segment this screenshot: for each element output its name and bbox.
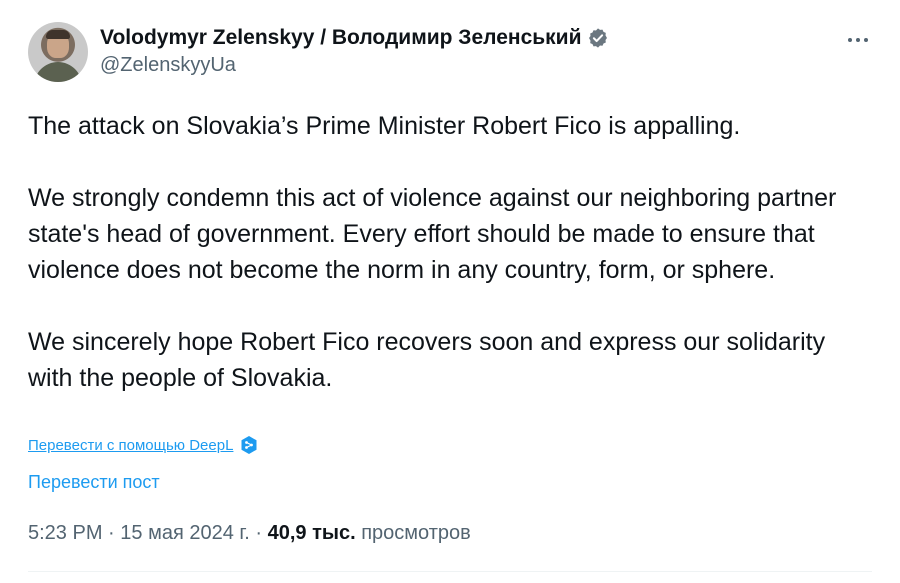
tweet-header: Volodymyr Zelenskyy / Володимир Зеленськ… bbox=[28, 22, 872, 86]
translate-deepl-link[interactable]: Перевести с помощью DeepL bbox=[28, 435, 259, 455]
author-info: Volodymyr Zelenskyy / Володимир Зеленськ… bbox=[100, 26, 609, 77]
avatar[interactable] bbox=[28, 22, 88, 82]
views-count: 40,9 тыс. bbox=[267, 522, 356, 544]
meta-separator: · bbox=[255, 522, 263, 544]
tweet-paragraph: The attack on Slovakia’s Prime Minister … bbox=[28, 112, 741, 140]
meta-separator: · bbox=[108, 522, 115, 544]
translate-post-link[interactable]: Перевести пост bbox=[28, 472, 160, 493]
translate-deepl-label[interactable]: Перевести с помощью DeepL bbox=[28, 437, 233, 454]
tweet-text: The attack on Slovakia’s Prime Minister … bbox=[28, 108, 860, 396]
author-handle[interactable]: @ZelenskyyUa bbox=[100, 54, 609, 77]
verified-badge-icon bbox=[589, 28, 608, 48]
author-display-name[interactable]: Volodymyr Zelenskyy / Володимир Зеленськ… bbox=[100, 26, 581, 50]
tweet: Volodymyr Zelenskyy / Володимир Зеленськ… bbox=[0, 0, 900, 583]
more-dots-icon[interactable] bbox=[844, 28, 872, 52]
tweet-paragraph: We sincerely hope Robert Fico recovers s… bbox=[28, 328, 826, 392]
tweet-meta: 5:23 PM · 15 мая 2024 г. · 40,9 тыс. про… bbox=[28, 522, 471, 545]
tweet-paragraph: We strongly condemn this act of violence… bbox=[28, 184, 837, 284]
tweet-time[interactable]: 5:23 PM bbox=[28, 522, 102, 544]
deepl-icon bbox=[241, 436, 257, 454]
divider bbox=[28, 571, 872, 572]
tweet-date[interactable]: 15 мая 2024 г. bbox=[120, 522, 250, 544]
views-label: просмотров bbox=[361, 522, 471, 544]
